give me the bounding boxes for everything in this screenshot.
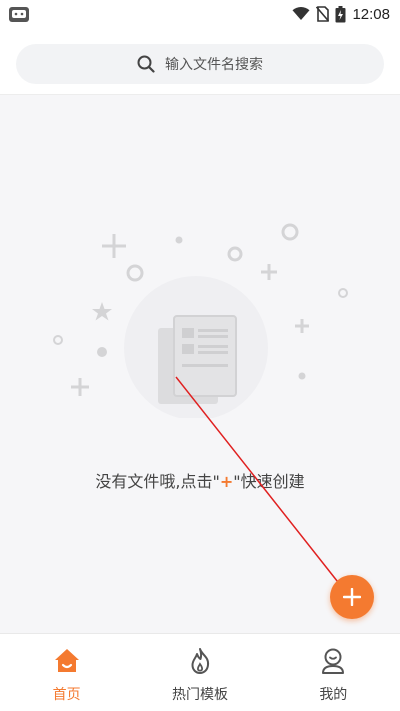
plus-icon [343,588,361,606]
bottom-navigation: 首页 热门模板 我的 [0,633,400,711]
status-bar: 12:08 [0,0,400,28]
empty-files-illustration [53,223,348,418]
empty-text-plus: + [219,472,234,491]
profile-icon [322,648,345,674]
nav-item-profile[interactable]: 我的 [267,634,400,711]
flame-icon [191,648,210,674]
empty-state-message: 没有文件哦,点击"+"快速创建 [0,468,400,492]
battery-charging-icon [335,5,346,22]
nav-label-templates: 热门模板 [171,687,228,703]
search-placeholder: 输入文件名搜索 [165,57,263,73]
home-icon [54,649,79,672]
no-sim-icon [316,6,330,22]
wifi-icon [292,7,310,20]
nav-item-templates[interactable]: 热门模板 [133,634,266,711]
status-time: 12:08 [352,5,390,23]
nav-item-home[interactable]: 首页 [0,634,133,711]
empty-text-after: "快速创建 [233,472,305,491]
empty-text-before: 没有文件哦,点击" [95,472,220,491]
search-icon [137,55,155,73]
create-file-button[interactable] [330,575,374,619]
app-notification-icon [9,7,29,22]
search-header: 输入文件名搜索 [0,28,400,94]
nav-label-profile: 我的 [319,687,348,703]
nav-label-home: 首页 [52,687,81,703]
search-input[interactable]: 输入文件名搜索 [16,44,384,84]
